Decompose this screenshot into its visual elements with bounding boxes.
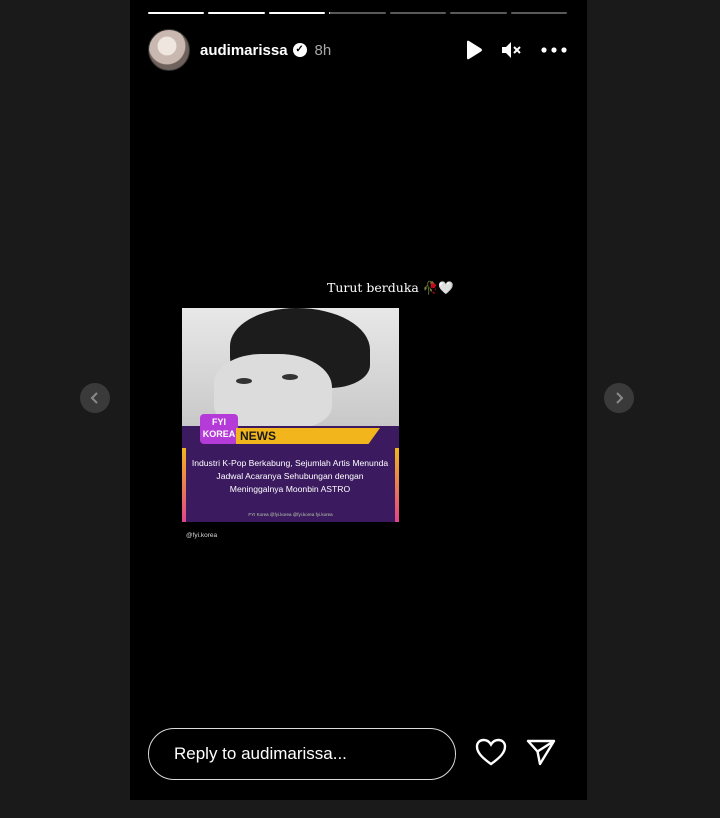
progress-segment <box>450 12 507 14</box>
progress-segment <box>389 12 447 14</box>
progress-segment <box>268 12 326 14</box>
more-options-button[interactable] <box>541 47 567 53</box>
progress-segment <box>329 12 386 14</box>
play-button[interactable] <box>465 40 483 60</box>
story-viewer: audimarissa ✓ 8h Turut berduka 🥀🤍 FYI KO… <box>130 0 587 800</box>
send-icon <box>526 739 556 766</box>
mute-icon <box>502 42 521 58</box>
share-button[interactable] <box>525 738 557 771</box>
more-icon <box>541 47 567 53</box>
story-caption: Turut berduka 🥀🤍 <box>327 280 454 295</box>
progress-segment <box>510 12 567 14</box>
shared-post[interactable]: FYI KOREA NEWS Industri K-Pop Berkabung,… <box>182 308 399 522</box>
post-credit: @fyi.korea <box>186 532 218 539</box>
post-footer: FYI Korea @fyi.korea @fyi.korea fyi.kore… <box>248 512 333 517</box>
play-icon <box>467 40 482 60</box>
chevron-right-icon <box>616 392 624 404</box>
progress-segment <box>208 12 265 14</box>
previous-story-button[interactable] <box>80 383 110 413</box>
brand-badge: FYI KOREA <box>200 414 238 444</box>
news-label: NEWS <box>236 428 380 444</box>
heart-icon <box>475 738 507 766</box>
verified-badge-icon: ✓ <box>292 43 307 57</box>
chevron-left-icon <box>90 392 98 404</box>
post-time: 8h <box>314 41 332 59</box>
avatar[interactable] <box>148 29 190 71</box>
username[interactable]: audimarissa <box>200 42 288 59</box>
story-progress <box>148 12 567 15</box>
like-button[interactable] <box>475 738 507 771</box>
next-story-button[interactable] <box>604 383 634 413</box>
mute-button[interactable] <box>501 40 523 60</box>
reply-input[interactable]: Reply to audimarissa... <box>148 728 456 780</box>
story-header: audimarissa ✓ 8h <box>148 28 567 72</box>
news-headline: Industri K-Pop Berkabung, Sejumlah Artis… <box>191 458 389 494</box>
progress-segment <box>148 12 205 14</box>
post-photo <box>182 308 399 428</box>
